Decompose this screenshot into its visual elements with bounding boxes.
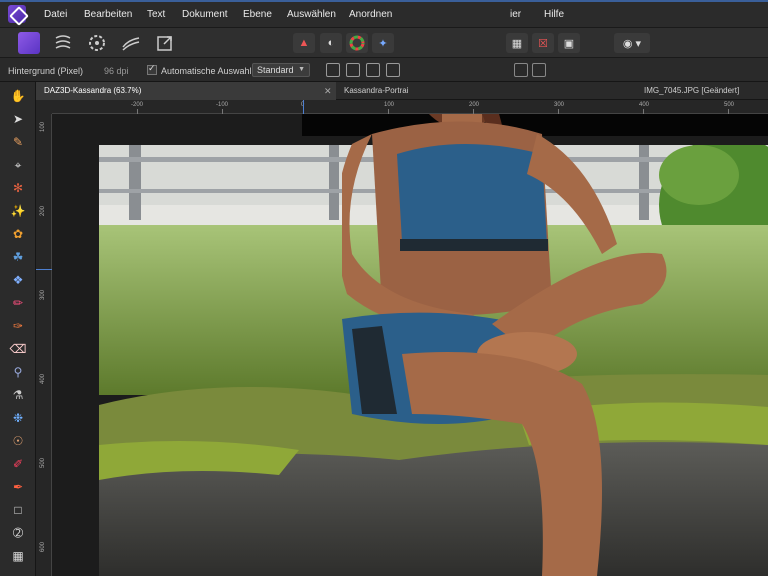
ruler-tick: 100 — [384, 102, 395, 108]
ruler-tick: -100 — [216, 102, 229, 108]
color-picker-tool-icon[interactable]: ✎ — [8, 132, 28, 152]
auto-colour-button[interactable] — [346, 33, 368, 53]
deselect-button[interactable]: ☒ — [532, 33, 554, 53]
gradient-tool-icon[interactable]: ❖ — [8, 270, 28, 290]
view-mode-dropdown[interactable]: ◉ ▾ — [614, 33, 650, 53]
vertical-ruler[interactable]: 100 200 300 400 500 600 — [36, 114, 52, 576]
menu-anordnen[interactable]: Anordnen — [349, 9, 392, 20]
mesh-warp-tool-icon[interactable]: ▦ — [8, 546, 28, 566]
ruler-tick: 400 — [639, 102, 650, 108]
menu-bearbeiten[interactable]: Bearbeiten — [84, 9, 132, 20]
freehand-selection-tool-icon[interactable]: ✿ — [8, 224, 28, 244]
auto-select-label: Automatische Auswahl — [161, 66, 252, 76]
move-tool-icon[interactable]: ➤ — [8, 109, 28, 129]
title-accent-line — [0, 0, 768, 2]
levels-adjust-button[interactable]: ▲ — [293, 33, 315, 53]
horizontal-ruler[interactable]: -200 -100 0 100 200 300 400 500 — [52, 100, 768, 114]
text-tool-icon[interactable]: ➁ — [8, 523, 28, 543]
color-replace-tool-icon[interactable]: ✑ — [8, 316, 28, 336]
flood-select-tool-icon[interactable]: ✨ — [8, 201, 28, 221]
ruler-tick: 200 — [469, 102, 480, 108]
menu-filter-partial[interactable]: ier — [510, 9, 521, 20]
affinity-photo-logo-icon[interactable] — [8, 5, 26, 23]
marquee-button[interactable]: ▣ — [558, 33, 580, 53]
align-vertical-icon[interactable] — [366, 63, 380, 77]
menu-datei[interactable]: Datei — [44, 9, 67, 20]
ruler-tick: 300 — [554, 102, 565, 108]
layer-name-label: Hintergrund (Pixel) — [8, 66, 84, 76]
ruler-tick: 500 — [724, 102, 735, 108]
tab-label: Kassandra-Portrai — [344, 86, 409, 95]
menu-auswaehlen[interactable]: Auswählen — [287, 9, 336, 20]
chevron-down-icon: ▼ — [298, 66, 305, 73]
document-tabs: DAZ3D-Kassandra (63.7%) ✕ Kassandra-Port… — [36, 82, 768, 113]
clone-tool-icon[interactable]: ⚗ — [8, 385, 28, 405]
menu-hilfe[interactable]: Hilfe — [544, 9, 564, 20]
ruler-origin-mark — [303, 100, 304, 114]
liquify-persona-icon[interactable] — [52, 32, 74, 54]
selection-brush-tool-icon[interactable]: ✻ — [8, 178, 28, 198]
hand-tool-icon[interactable]: ✋ — [8, 86, 28, 106]
menu-ebene[interactable]: Ebene — [243, 9, 272, 20]
flood-fill-tool-icon[interactable]: ☘ — [8, 247, 28, 267]
3d-figure[interactable] — [342, 114, 682, 576]
align-horizontal-icon[interactable] — [346, 63, 360, 77]
close-icon[interactable]: ✕ — [324, 82, 332, 100]
red-eye-tool-icon[interactable]: ✐ — [8, 454, 28, 474]
lower-leg-shape — [402, 352, 602, 576]
menu-bar: Datei Bearbeiten Text Dokument Ebene Aus… — [0, 0, 768, 28]
auto-select-value: Standard — [257, 65, 294, 75]
tone-mapping-persona-icon[interactable] — [120, 32, 142, 54]
tab-img-7045[interactable]: IMG_7045.JPG [Geändert] (37.8%) — [636, 82, 768, 113]
blur-brush-tool-icon[interactable]: ☉ — [8, 431, 28, 451]
ruler-tick: 400 — [40, 373, 47, 385]
photo-persona-icon[interactable] — [18, 32, 40, 54]
pen-tool-icon[interactable]: ✒ — [8, 477, 28, 497]
auto-contrast-button[interactable]: ◐ — [320, 33, 342, 53]
ruler-tick: -200 — [131, 102, 144, 108]
dpi-label: 96 dpi — [104, 66, 129, 76]
export-persona-icon[interactable] — [154, 32, 176, 54]
ruler-tick: 600 — [40, 541, 47, 553]
erase-tool-icon[interactable]: ⌫ — [8, 339, 28, 359]
main-toolbar: ▲ ◐ ✦ ▦ ☒ ▣ ◉ ▾ — [0, 28, 768, 58]
distribute-icon[interactable] — [386, 63, 400, 77]
auto-select-dropdown[interactable]: Standard ▼ — [252, 63, 310, 77]
document-canvas[interactable] — [52, 114, 768, 576]
sports-top-band — [400, 239, 548, 251]
tab-daz3d-kassandra[interactable]: DAZ3D-Kassandra (63.7%) — [36, 82, 336, 100]
paint-brush-tool-icon[interactable]: ✏ — [8, 293, 28, 313]
tab-kassandra-portrait[interactable]: Kassandra-Portrai — [336, 82, 636, 100]
chart-bars-icon[interactable] — [532, 63, 546, 77]
ruler-tick: 300 — [40, 289, 47, 301]
auto-white-balance-button[interactable]: ✦ — [372, 33, 394, 53]
ruler-tick: 100 — [40, 121, 47, 133]
tools-panel: ✋ ➤ ✎ ⌖ ✻ ✨ ✿ ☘ ❖ ✏ ✑ ⌫ ⚲ ⚗ ❉ ☉ ✐ ✒ □ ➁ … — [0, 82, 36, 576]
dodge-tool-icon[interactable]: ⚲ — [8, 362, 28, 382]
sports-top-shape — [397, 144, 547, 252]
selection-grid-button[interactable]: ▦ — [506, 33, 528, 53]
retouch-tool-icon[interactable]: ❉ — [8, 408, 28, 428]
rectangle-tool-icon[interactable]: □ — [8, 500, 28, 520]
context-toolbar: Hintergrund (Pixel) 96 dpi Automatische … — [0, 58, 768, 82]
tab-label: DAZ3D-Kassandra (63.7%) — [44, 86, 142, 95]
ruler-corner — [36, 100, 52, 114]
develop-persona-icon[interactable] — [86, 32, 108, 54]
flip-icon[interactable] — [514, 63, 528, 77]
menu-dokument[interactable]: Dokument — [182, 9, 228, 20]
ruler-origin-mark — [36, 269, 52, 270]
ruler-tick: 200 — [40, 205, 47, 217]
menu-text[interactable]: Text — [147, 9, 165, 20]
crop-tool-icon[interactable]: ⌖ — [8, 155, 28, 175]
auto-select-checkbox[interactable] — [147, 63, 157, 75]
transform-origin-icon[interactable] — [326, 63, 340, 77]
ruler-tick: 500 — [40, 457, 47, 469]
